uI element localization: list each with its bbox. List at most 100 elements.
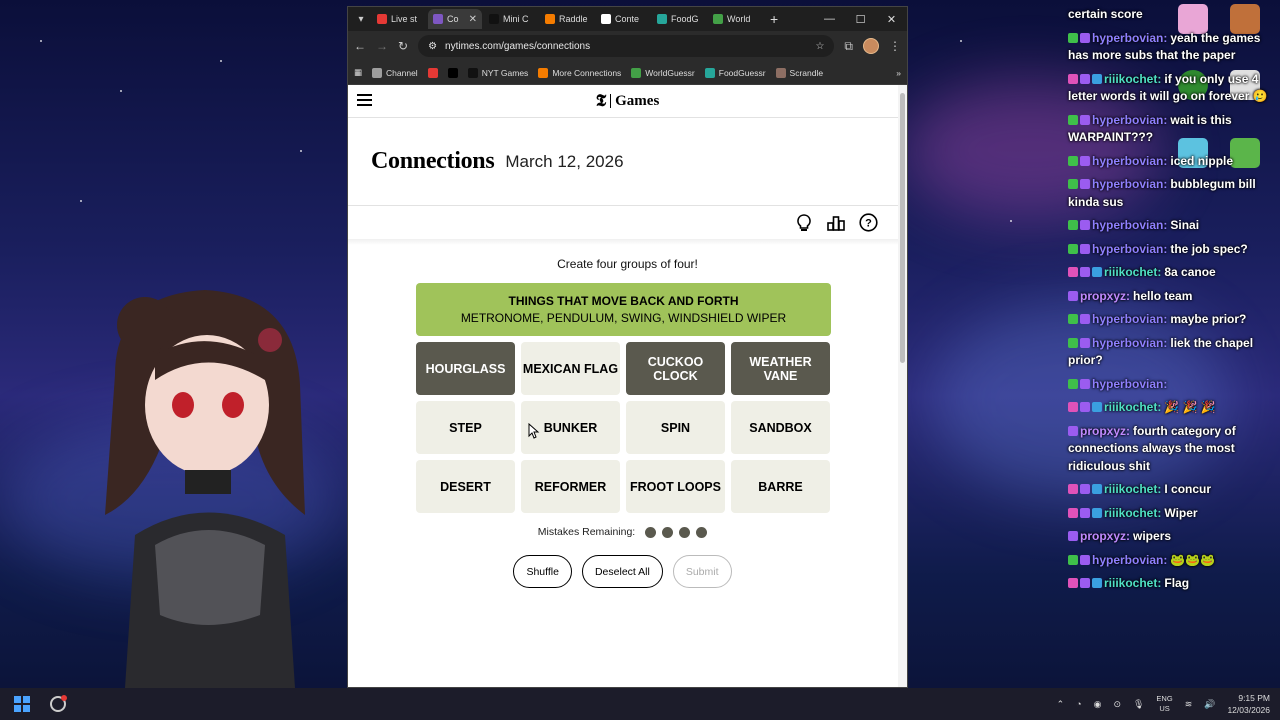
word-card[interactable]: HOURGLASS [416, 342, 515, 395]
chat-message: hyperbovian: maybe prior? [1068, 311, 1276, 329]
tray-app-icon[interactable]: ◔ [1076, 699, 1081, 709]
browser-tab[interactable]: Mini C [484, 9, 538, 29]
submit-button[interactable]: Submit [672, 555, 732, 588]
chat-username[interactable]: hyperbovian: [1092, 242, 1167, 256]
wifi-icon[interactable]: ≋ [1185, 699, 1193, 710]
chat-username[interactable]: hyperbovian: [1092, 553, 1167, 567]
bookmark-star-icon[interactable]: ☆ [815, 41, 824, 52]
chat-username[interactable]: hyperbovian: [1092, 336, 1167, 350]
word-card[interactable]: REFORMER [521, 460, 620, 513]
address-bar[interactable]: ⚙ nytimes.com/games/connections ☆ [418, 35, 835, 57]
taskbar-app-icon[interactable] [50, 695, 67, 712]
browser-tab[interactable]: World [708, 9, 762, 29]
browser-tab[interactable]: Live st [372, 9, 426, 29]
tray-app-icon[interactable]: ⊙ [1113, 699, 1121, 710]
back-icon[interactable]: ← [354, 39, 366, 53]
bookmark-item[interactable]: NYT Games [467, 67, 528, 78]
nyt-games-logo[interactable]: 𝕿 Games [596, 91, 660, 111]
chat-username[interactable]: riiikochet: [1104, 265, 1161, 279]
browser-tab[interactable]: Co ✕ [428, 9, 482, 29]
chat-badge-icon [1068, 337, 1078, 348]
mistake-dot [662, 526, 674, 538]
word-card[interactable]: STEP [416, 401, 515, 454]
vtuber-avatar [105, 290, 305, 688]
bookmark-item[interactable] [447, 67, 458, 78]
chat-text: Wiper [1164, 505, 1198, 520]
volume-icon[interactable]: 🔊 [1204, 699, 1215, 710]
chat-username[interactable]: hyperbovian: [1092, 377, 1167, 391]
bookmark-item[interactable]: Scrandle [775, 67, 824, 78]
chat-username[interactable]: propxyz: [1080, 289, 1130, 303]
reload-icon[interactable]: ↻ [398, 39, 408, 53]
windows-taskbar: ⌃ ◔ ◉ ⊙ 🎙 ENG US ≋ 🔊 9:15 PM 12/03/2026 [0, 688, 1280, 720]
chat-username[interactable]: hyperbovian: [1092, 177, 1167, 191]
word-card[interactable]: BARRE [731, 460, 830, 513]
hint-lightbulb-icon[interactable] [794, 213, 814, 233]
word-card[interactable]: MEXICAN FLAG [521, 342, 620, 395]
shuffle-button[interactable]: Shuffle [513, 555, 572, 588]
bookmark-item[interactable]: FoodGuessr [704, 67, 766, 78]
bookmark-label: Scrandle [789, 67, 824, 78]
chat-username[interactable]: hyperbovian: [1092, 113, 1167, 127]
chat-username[interactable]: riiikochet: [1104, 72, 1161, 86]
microphone-icon[interactable]: 🎙 [1133, 699, 1144, 710]
maximize-icon[interactable]: ☐ [845, 13, 876, 26]
more-bookmarks-icon[interactable]: » [896, 68, 901, 78]
forward-icon[interactable]: → [376, 39, 388, 53]
chat-badge-icon [1068, 578, 1078, 588]
chat-username[interactable]: hyperbovian: [1092, 218, 1167, 232]
chat-badge-icon [1092, 507, 1102, 518]
tab-search-icon[interactable]: ▾ [352, 10, 370, 28]
chat-username[interactable]: riiikochet: [1104, 576, 1161, 590]
word-card[interactable]: FROOT LOOPS [626, 460, 725, 513]
chat-username[interactable]: riiikochet: [1104, 506, 1161, 520]
browser-tab[interactable]: FoodG [652, 9, 706, 29]
leaderboard-icon[interactable] [826, 213, 846, 233]
apps-grid-icon[interactable]: ▦ [354, 67, 362, 78]
tray-app-icon[interactable]: ◉ [1094, 699, 1102, 710]
browser-tab[interactable]: Raddle [540, 9, 594, 29]
hamburger-menu-icon[interactable] [357, 94, 372, 106]
new-tab-button[interactable]: + [770, 11, 778, 27]
chat-username[interactable]: propxyz: [1080, 424, 1130, 438]
word-card[interactable]: SPIN [626, 401, 725, 454]
bookmark-item[interactable]: WorldGuessr [631, 67, 695, 78]
deselect-all-button[interactable]: Deselect All [581, 555, 663, 588]
windows-start-icon[interactable] [14, 696, 30, 712]
minimize-icon[interactable]: — [814, 13, 845, 26]
chat-message: riiikochet: 8a canoe [1068, 264, 1276, 282]
scrollbar-thumb[interactable] [900, 93, 905, 363]
taskbar-clock[interactable]: 9:15 PM 12/03/2026 [1227, 692, 1270, 716]
chat-badge-icon [1080, 337, 1090, 348]
tray-chevron-icon[interactable]: ⌃ [1057, 699, 1065, 710]
language-indicator[interactable]: ENG US [1156, 694, 1172, 714]
help-question-icon[interactable]: ? [858, 213, 878, 233]
menu-kebab-icon[interactable]: ⋮ [889, 39, 901, 53]
chat-username[interactable]: propxyz: [1080, 529, 1130, 543]
browser-toolbar: ← → ↻ ⚙ nytimes.com/games/connections ☆ … [348, 31, 907, 61]
page-scrollbar[interactable] [898, 85, 907, 687]
chat-username[interactable]: riiikochet: [1104, 482, 1161, 496]
word-card[interactable]: DESERT [416, 460, 515, 513]
chat-text: 🐸🐸🐸 [1170, 552, 1216, 567]
word-card[interactable]: WEATHER VANE [731, 342, 830, 395]
bookmark-item[interactable] [427, 67, 438, 78]
word-card[interactable]: CUCKOO CLOCK [626, 342, 725, 395]
chat-username[interactable]: hyperbovian: [1092, 31, 1167, 45]
chat-username[interactable]: riiikochet: [1104, 400, 1161, 414]
profile-avatar[interactable] [863, 38, 879, 54]
mistake-dot [696, 526, 708, 538]
word-card[interactable]: SANDBOX [731, 401, 830, 454]
bookmark-item[interactable]: Channel [372, 67, 418, 78]
chat-username[interactable]: hyperbovian: [1092, 154, 1167, 168]
tab-favicon-icon [433, 14, 443, 24]
bookmark-item[interactable]: More Connections [538, 67, 621, 78]
extensions-icon[interactable]: ⧉ [844, 39, 853, 54]
browser-tab[interactable]: Conte [596, 9, 650, 29]
close-window-icon[interactable]: ✕ [876, 13, 907, 26]
close-tab-icon[interactable]: ✕ [469, 14, 477, 25]
chat-username[interactable]: hyperbovian: [1092, 312, 1167, 326]
chat-badge-icon [1080, 554, 1090, 565]
site-info-icon[interactable]: ⚙ [428, 41, 437, 52]
star [220, 60, 222, 62]
